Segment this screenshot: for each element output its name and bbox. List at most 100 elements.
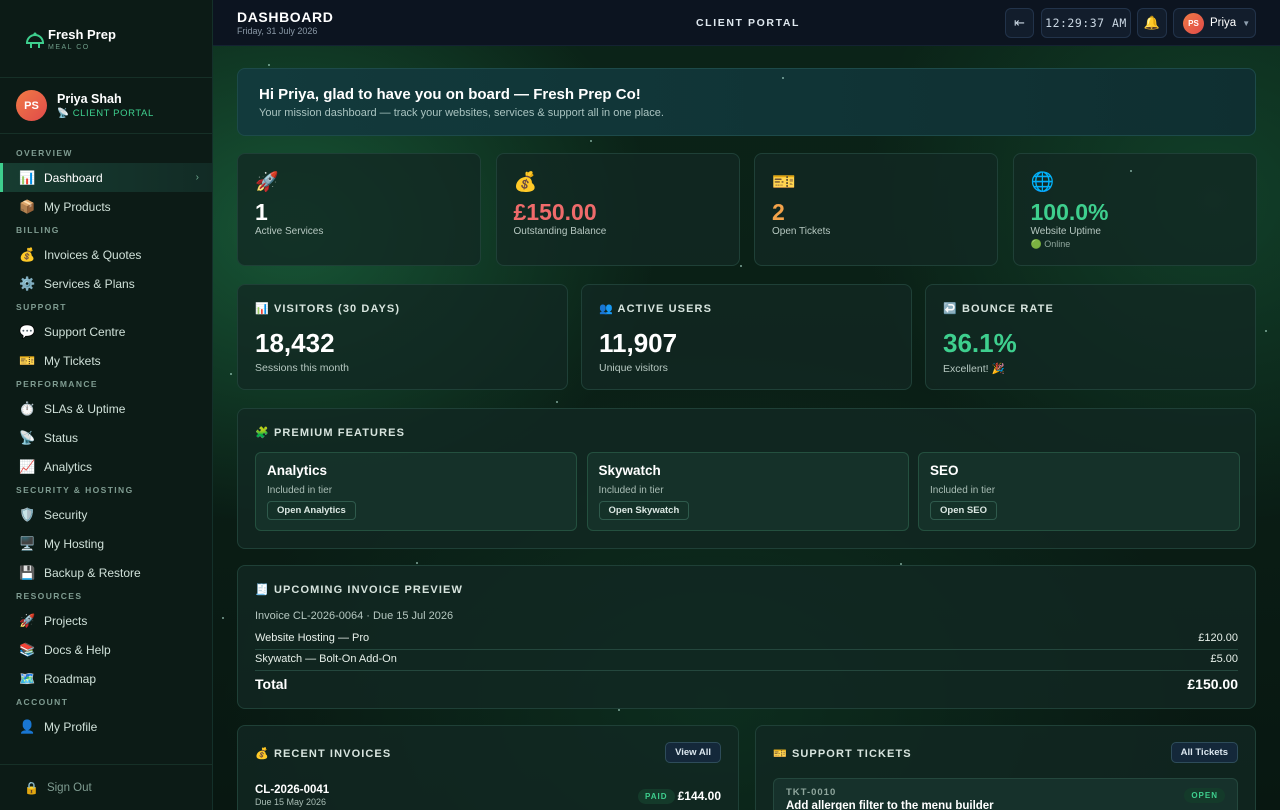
sidebar-item-docs-help[interactable]: 📚 Docs & Help xyxy=(0,635,212,664)
premium-features-card: 🧩 PREMIUM FEATURES Analytics Included in … xyxy=(237,408,1256,549)
star-decoration xyxy=(416,562,418,564)
sidebar-item-slas-uptime[interactable]: ⏱️ SLAs & Uptime xyxy=(0,394,212,423)
welcome-title: Hi Priya, glad to have you on board — Fr… xyxy=(259,86,641,103)
sidebar-item-my-products[interactable]: 📦 My Products xyxy=(0,192,212,221)
nav-section-title: PERFORMANCE xyxy=(16,379,98,389)
sidebar-item-label: Backup & Restore xyxy=(44,565,141,580)
stat-value: 100.0% xyxy=(1030,199,1109,225)
sidebar-item-security[interactable]: 🛡️ Security xyxy=(0,500,212,529)
metric-label: Unique visitors xyxy=(599,362,668,374)
stat-icon: 🌐 xyxy=(1030,172,1055,193)
nav-icon: 🛡️ xyxy=(19,506,36,522)
brand[interactable]: Fresh Prep MEAL CO xyxy=(0,0,212,78)
nav-icon: 🎫 xyxy=(19,352,36,368)
star-decoration xyxy=(230,373,232,375)
stat-card: 🎫 2 Open Tickets xyxy=(754,153,998,266)
sidebar-item-dashboard[interactable]: 📊 Dashboard › xyxy=(0,163,212,192)
open-feature-button[interactable]: Open Skywatch xyxy=(598,501,690,520)
star-decoration xyxy=(740,265,742,267)
sidebar-item-roadmap[interactable]: 🗺️ Roadmap xyxy=(0,664,212,693)
feature-card: Skywatch Included in tier Open Skywatch xyxy=(586,452,909,531)
metric-title: 👥 ACTIVE USERS xyxy=(599,303,713,315)
status-indicator: 🟢 Online xyxy=(1030,239,1071,249)
sidebar-item-projects[interactable]: 🚀 Projects xyxy=(0,606,212,635)
sidebar-item-support-centre[interactable]: 💬 Support Centre xyxy=(0,317,212,346)
notifications-button[interactable]: 🔔 xyxy=(1137,8,1167,38)
sidebar-item-label: Docs & Help xyxy=(44,642,111,657)
welcome-subtitle: Your mission dashboard — track your webs… xyxy=(259,107,664,119)
recent-invoices-title: 💰 RECENT INVOICES xyxy=(255,748,392,760)
stat-label: Open Tickets xyxy=(772,226,831,237)
nav-icon: 📈 xyxy=(19,458,36,474)
sidebar-item-my-tickets[interactable]: 🎫 My Tickets xyxy=(0,346,212,375)
metric-value: 36.1% xyxy=(943,328,1017,358)
ticket-id: TKT-0010 xyxy=(786,787,837,798)
sidebar-item-my-hosting[interactable]: 🖥️ My Hosting xyxy=(0,529,212,558)
page-date: Friday, 31 July 2026 xyxy=(237,26,318,36)
star-decoration xyxy=(268,64,270,66)
all-tickets-button[interactable]: All Tickets xyxy=(1170,742,1238,763)
satellite-icon: 📡 xyxy=(57,108,70,119)
nav-icon: 🚀 xyxy=(19,612,36,628)
metric-label: Excellent! 🎉 xyxy=(943,363,1005,375)
sidebar-item-backup-restore[interactable]: 💾 Backup & Restore xyxy=(0,558,212,587)
sidebar-user[interactable]: PS Priya Shah 📡 CLIENT PORTAL xyxy=(0,78,212,134)
invoice-preview-title: 🧾 UPCOMING INVOICE PREVIEW xyxy=(255,584,463,596)
sidebar-item-label: Security xyxy=(44,507,88,522)
invoice-line: Skywatch — Bolt-On Add-On £5.00 xyxy=(255,653,1238,671)
collapse-sidebar-button[interactable]: ⇤ xyxy=(1005,8,1034,38)
brand-subtitle: MEAL CO xyxy=(48,43,90,51)
invoice-due: Due 15 May 2026 xyxy=(255,797,327,807)
sidebar-item-label: Support Centre xyxy=(44,324,126,339)
feature-name: Analytics xyxy=(267,463,328,478)
stat-label: Outstanding Balance xyxy=(513,226,607,237)
status-badge: PAID xyxy=(638,789,675,804)
sidebar-item-my-profile[interactable]: 👤 My Profile xyxy=(0,712,212,741)
sidebar: Fresh Prep MEAL CO PS Priya Shah 📡 CLIEN… xyxy=(0,0,213,810)
sidebar-item-label: Invoices & Quotes xyxy=(44,247,142,262)
portal-label: CLIENT PORTAL xyxy=(696,17,801,29)
invoice-line-amount: £5.00 xyxy=(1210,653,1238,665)
sidebar-item-status[interactable]: 📡 Status xyxy=(0,423,212,452)
invoice-id: CL-2026-0041 xyxy=(255,784,330,796)
metric-title: ↩️ BOUNCE RATE xyxy=(943,303,1054,315)
page-title: DASHBOARD xyxy=(237,9,334,25)
stat-icon: 💰 xyxy=(513,172,538,193)
nav-icon: 📊 xyxy=(19,169,36,185)
metric-label: Sessions this month xyxy=(255,362,349,374)
nav-section-title: OVERVIEW xyxy=(16,148,73,158)
sidebar-item-label: My Products xyxy=(44,199,111,214)
stat-value: £150.00 xyxy=(513,199,597,225)
nav-icon: 💾 xyxy=(19,564,36,580)
user-menu-button[interactable]: PS Priya ▼ xyxy=(1173,8,1256,38)
star-decoration xyxy=(590,140,592,142)
chevron-right-icon: › xyxy=(195,172,199,183)
metric-card: 📊 VISITORS (30 DAYS) 18,432 Sessions this … xyxy=(237,284,568,390)
invoice-line: Website Hosting — Pro £120.00 xyxy=(255,632,1238,650)
metric-value: 18,432 xyxy=(255,328,335,358)
sidebar-item-analytics[interactable]: 📈 Analytics xyxy=(0,452,212,481)
star-decoration xyxy=(618,709,620,711)
welcome-banner: Hi Priya, glad to have you on board — Fr… xyxy=(237,68,1256,136)
metric-card: 👥 ACTIVE USERS 11,907 Unique visitors xyxy=(581,284,912,390)
stat-card: 🚀 1 Active Services xyxy=(237,153,481,266)
stat-icon: 🚀 xyxy=(255,172,279,193)
sidebar-item-services-plans[interactable]: ⚙️ Services & Plans xyxy=(0,269,212,298)
stat-icon: 🎫 xyxy=(772,172,796,193)
nav-section-title: BILLING xyxy=(16,225,60,235)
list-item[interactable]: TKT-0010 Add allergen filter to the menu… xyxy=(773,778,1238,810)
sidebar-item-label: My Tickets xyxy=(44,353,101,368)
nav-section-title: SECURITY & HOSTING xyxy=(16,485,134,495)
user-menu-name: Priya xyxy=(1210,17,1237,29)
recent-invoices-card: 💰 RECENT INVOICES View All CL-2026-0041 … xyxy=(237,725,739,810)
invoice-total-row: Total £150.00 xyxy=(255,676,1238,692)
open-feature-button[interactable]: Open SEO xyxy=(930,501,997,520)
open-feature-button[interactable]: Open Analytics xyxy=(267,501,356,520)
sign-out-button[interactable]: 🔒 Sign Out xyxy=(0,764,213,810)
sidebar-item-label: Analytics xyxy=(44,459,93,474)
feature-name: SEO xyxy=(930,463,959,478)
sidebar-item-invoices-quotes[interactable]: 💰 Invoices & Quotes xyxy=(0,240,212,269)
invoice-total-label: Total xyxy=(255,676,288,692)
star-decoration xyxy=(1265,330,1267,332)
view-all-invoices-button[interactable]: View All xyxy=(665,742,721,763)
